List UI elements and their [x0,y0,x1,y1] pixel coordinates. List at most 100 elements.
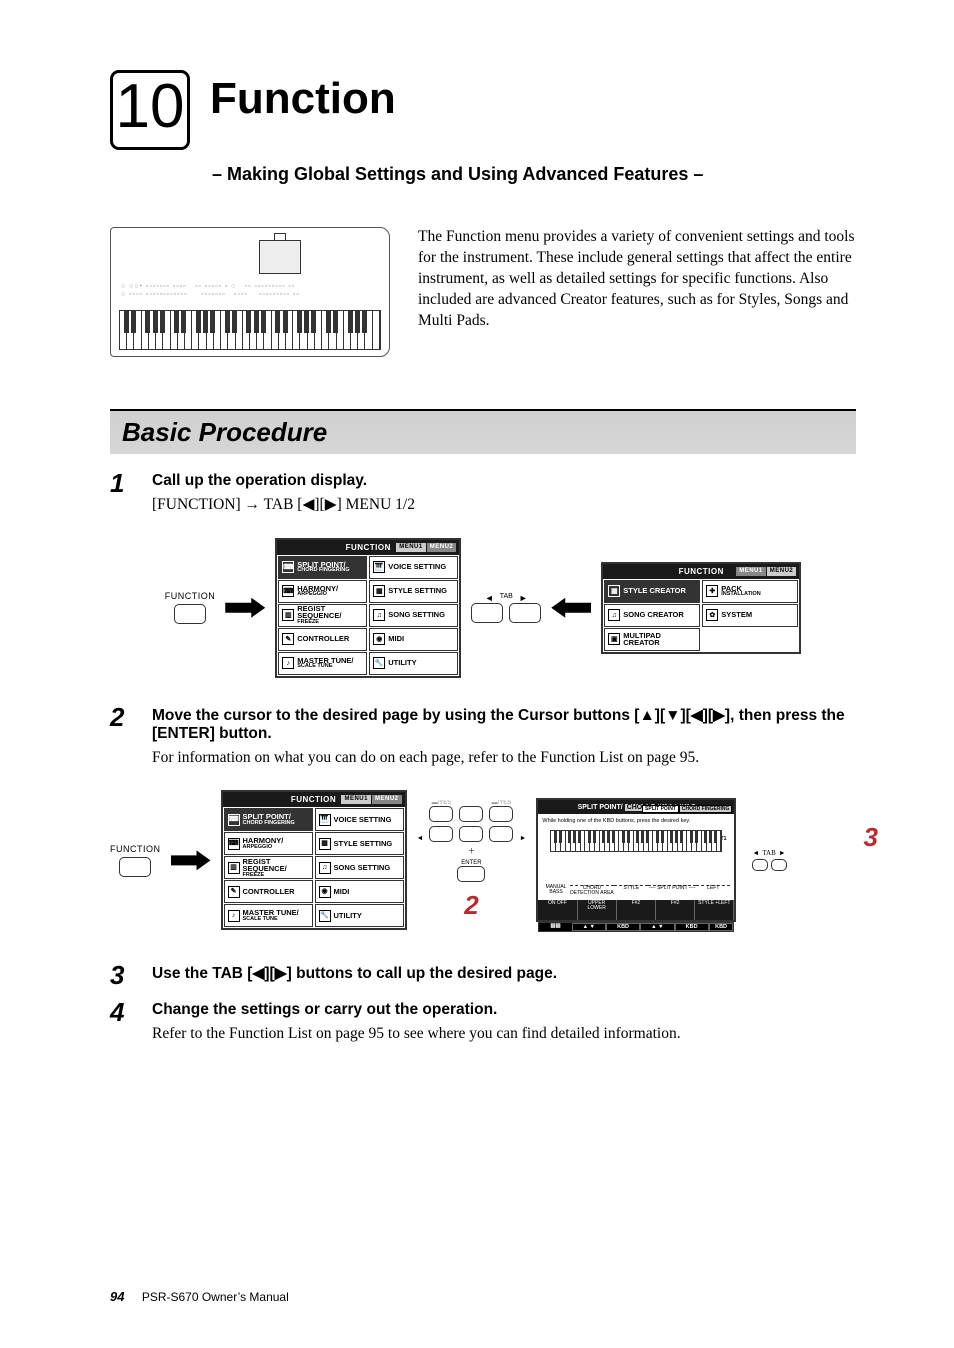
menu-cell-utility: 🔧UTILITY [369,652,458,675]
arrow-left-icon [551,598,591,618]
menu-cell-split-point: ⌨SPLIT POINT/CHORD FINGERING [278,556,367,579]
menu-cell-song-creator: ♫SONG CREATOR [604,604,700,627]
menu1-screen-copy: FUNCTION MENU1 MENU2 ⌨SPLIT POINT/CHORD … [221,790,407,930]
detail-tab-split-point: SPLIT POINT [642,805,679,813]
tab-buttons-tiny: ◄ TAB ► [752,849,787,871]
menu-cell-style-setting: ▦STYLE SETTING [315,832,404,855]
step-3: 3 Use the TAB [◀][▶] buttons to call up … [110,964,856,991]
split-point-detail-screen: SPLIT POINT/ CHORD FINGERING SPLIT POINT… [536,798,736,922]
step-number: 2 [110,702,136,769]
menu-cell-master-tune: ♪MASTER TUNE/SCALE TUNE [278,652,367,675]
menu-cell-voice-setting: 🎹VOICE SETTING [369,556,458,579]
tab-left-icon: ◄ [485,593,494,603]
detail-title-a: SPLIT POINT/ [578,804,623,811]
step-heading: Call up the operation display. [152,472,856,490]
steps: 1 Call up the operation display. [FUNCTI… [110,472,856,1045]
step-number: 4 [110,997,136,1045]
step-heading: Move the cursor to the desired page by u… [152,706,856,743]
menu-cell-split-point: ⌨SPLIT POINT/CHORD FINGERING [224,808,313,831]
menu1-title: FUNCTION [291,795,336,804]
menu-cell-controller: ✎CONTROLLER [224,880,313,903]
menu2-tab-menu2: MENU2 [767,567,797,576]
split-point-keyboard [550,830,722,852]
left-icon: ◄ [417,834,424,842]
menu-cell-song-setting: ♫SONG SETTING [315,856,404,879]
db-value-2: F#2 [656,900,695,920]
step-subtext: Refer to the Function List on page 95 to… [152,1023,856,1045]
tab-button-right-icon [771,859,787,871]
db-kbd-2: KBD [675,923,709,931]
function-button-diagram: FUNCTION [165,591,216,624]
menu-cell-song-setting: ♫SONG SETTING [369,604,458,627]
step-subtext: [FUNCTION] → TAB [◀][▶] MENU 1/2 [152,494,856,516]
menu-cell-voice-setting: 🎹VOICE SETTING [315,808,404,831]
left-area-label: LEFT [707,885,719,891]
cursor-up-button-icon [459,806,483,822]
illustration-menu-tabs: FUNCTION FUNCTION MENU1 MENU2 ⌨SPLIT POI… [110,538,856,678]
marker-2: 2 [464,890,478,921]
menu-cell-harmony: ⌨HARMONY/ARPEGGIO [224,832,313,855]
chapter-number: 10 [110,70,190,150]
menu-cell-regist: ▥REGIST SEQUENCE/FREEZE [278,604,367,627]
function-button-icon [174,604,206,624]
detail-tab-chord-fingering: CHORD FINGERING [679,805,733,813]
menu1-tab-menu1: MENU1 [341,795,371,804]
tab-right-icon: ► [519,593,528,603]
chord-area-label: CHORD DETECTION AREA [570,885,614,896]
page-number: 94 [110,1289,124,1304]
step-1: 1 Call up the operation display. [FUNCTI… [110,472,856,516]
menu-cell-midi: ◉MIDI [369,628,458,651]
section-heading: Basic Procedure [110,409,856,454]
db-upper-lower: UPPER LOWER [578,900,617,920]
manual-bass-label: MANUAL BASS [546,884,567,895]
function-button-diagram: FUNCTION [110,844,161,877]
menu1-title: FUNCTION [346,543,391,552]
menu-cell-multipad-creator: ▣MULTIPAD CREATOR [604,628,700,651]
enter-label: ENTER [461,860,481,866]
db-updown-2: ▲ ▼ [640,923,674,931]
chapter-header: 10 Function [110,70,856,150]
menu-cell-harmony: ⌨HARMONY/ARPEGGIO [278,580,367,603]
menu-cell-style-creator: ▦STYLE CREATOR [604,580,700,603]
menu-cell-controller: ✎CONTROLLER [278,628,367,651]
step-2: 2 Move the cursor to the desired page by… [110,706,856,769]
menu-cell-midi: ◉MIDI [315,880,404,903]
tab-buttons-diagram: ◄ TAB ► [471,593,541,623]
function-button-icon [119,857,151,877]
tab-button-left-icon [752,859,768,871]
manual-title: PSR-S670 Owner’s Manual [142,1290,289,1304]
tab-button-right-icon [509,603,541,623]
step-subtext: For information on what you can do on ea… [152,747,856,769]
instrument-diagram: ○ ○○• ▫▫▫▫▫▫▫ ▫▫▫▫ ▫▫ ▫▫▫▫▫ ▫ ○ ▫▫ ▫▫▫▫▫… [110,227,390,357]
step-4: 4 Change the settings or carry out the o… [110,1001,856,1045]
step-heading: Change the settings or carry out the ope… [152,1001,856,1019]
tab-left-icon: ◄ [752,849,759,857]
style-area-label: STYLE [623,885,639,891]
page-footer: 94 PSR-S670 Owner’s Manual [110,1289,289,1304]
split-point-label: SPLIT POINT [657,885,687,891]
db-onoff: ON OFF [538,900,577,920]
menu-cell-utility: 🔧UTILITY [315,904,404,927]
function-button-label: FUNCTION [110,844,161,854]
chapter-title: Function [210,74,396,124]
chapter-subtitle: – Making Global Settings and Using Advan… [212,164,856,185]
exit-label: ▬/YES [429,800,453,806]
menu2-tab-menu1: MENU1 [736,567,766,576]
intro-text: The Function menu provides a variety of … [418,227,856,332]
step-number: 1 [110,468,136,516]
step-number: 3 [110,960,136,991]
menu-cell-master-tune: ♪MASTER TUNE/SCALE TUNE [224,904,313,927]
db-updown-1: ▲ ▼ [572,923,606,931]
db-value-1: F#2 [617,900,656,920]
cursor-buttons-diagram: ▬/YES ▬/YES ◄ ► ＋ ENTER 2 [417,800,527,921]
cursor-left-button-icon [429,826,453,842]
illustration-detail: FUNCTION FUNCTION MENU1 MENU2 ⌨SPLIT POI… [110,790,856,930]
tab-button-left-icon [471,603,503,623]
menu-cell-pack-installation: ✚PACKINSTALLATION [702,580,798,603]
detail-hint: While holding one of the KBD buttons, pr… [542,818,730,824]
menu1-screen: FUNCTION MENU1 MENU2 ⌨SPLIT POINT/CHORD … [275,538,461,678]
menu1-tab-menu2: MENU2 [427,543,457,552]
marker-3: 3 [864,822,878,853]
db-kbd-3: KBD [709,923,734,931]
db-kbd-1: KBD [606,923,640,931]
